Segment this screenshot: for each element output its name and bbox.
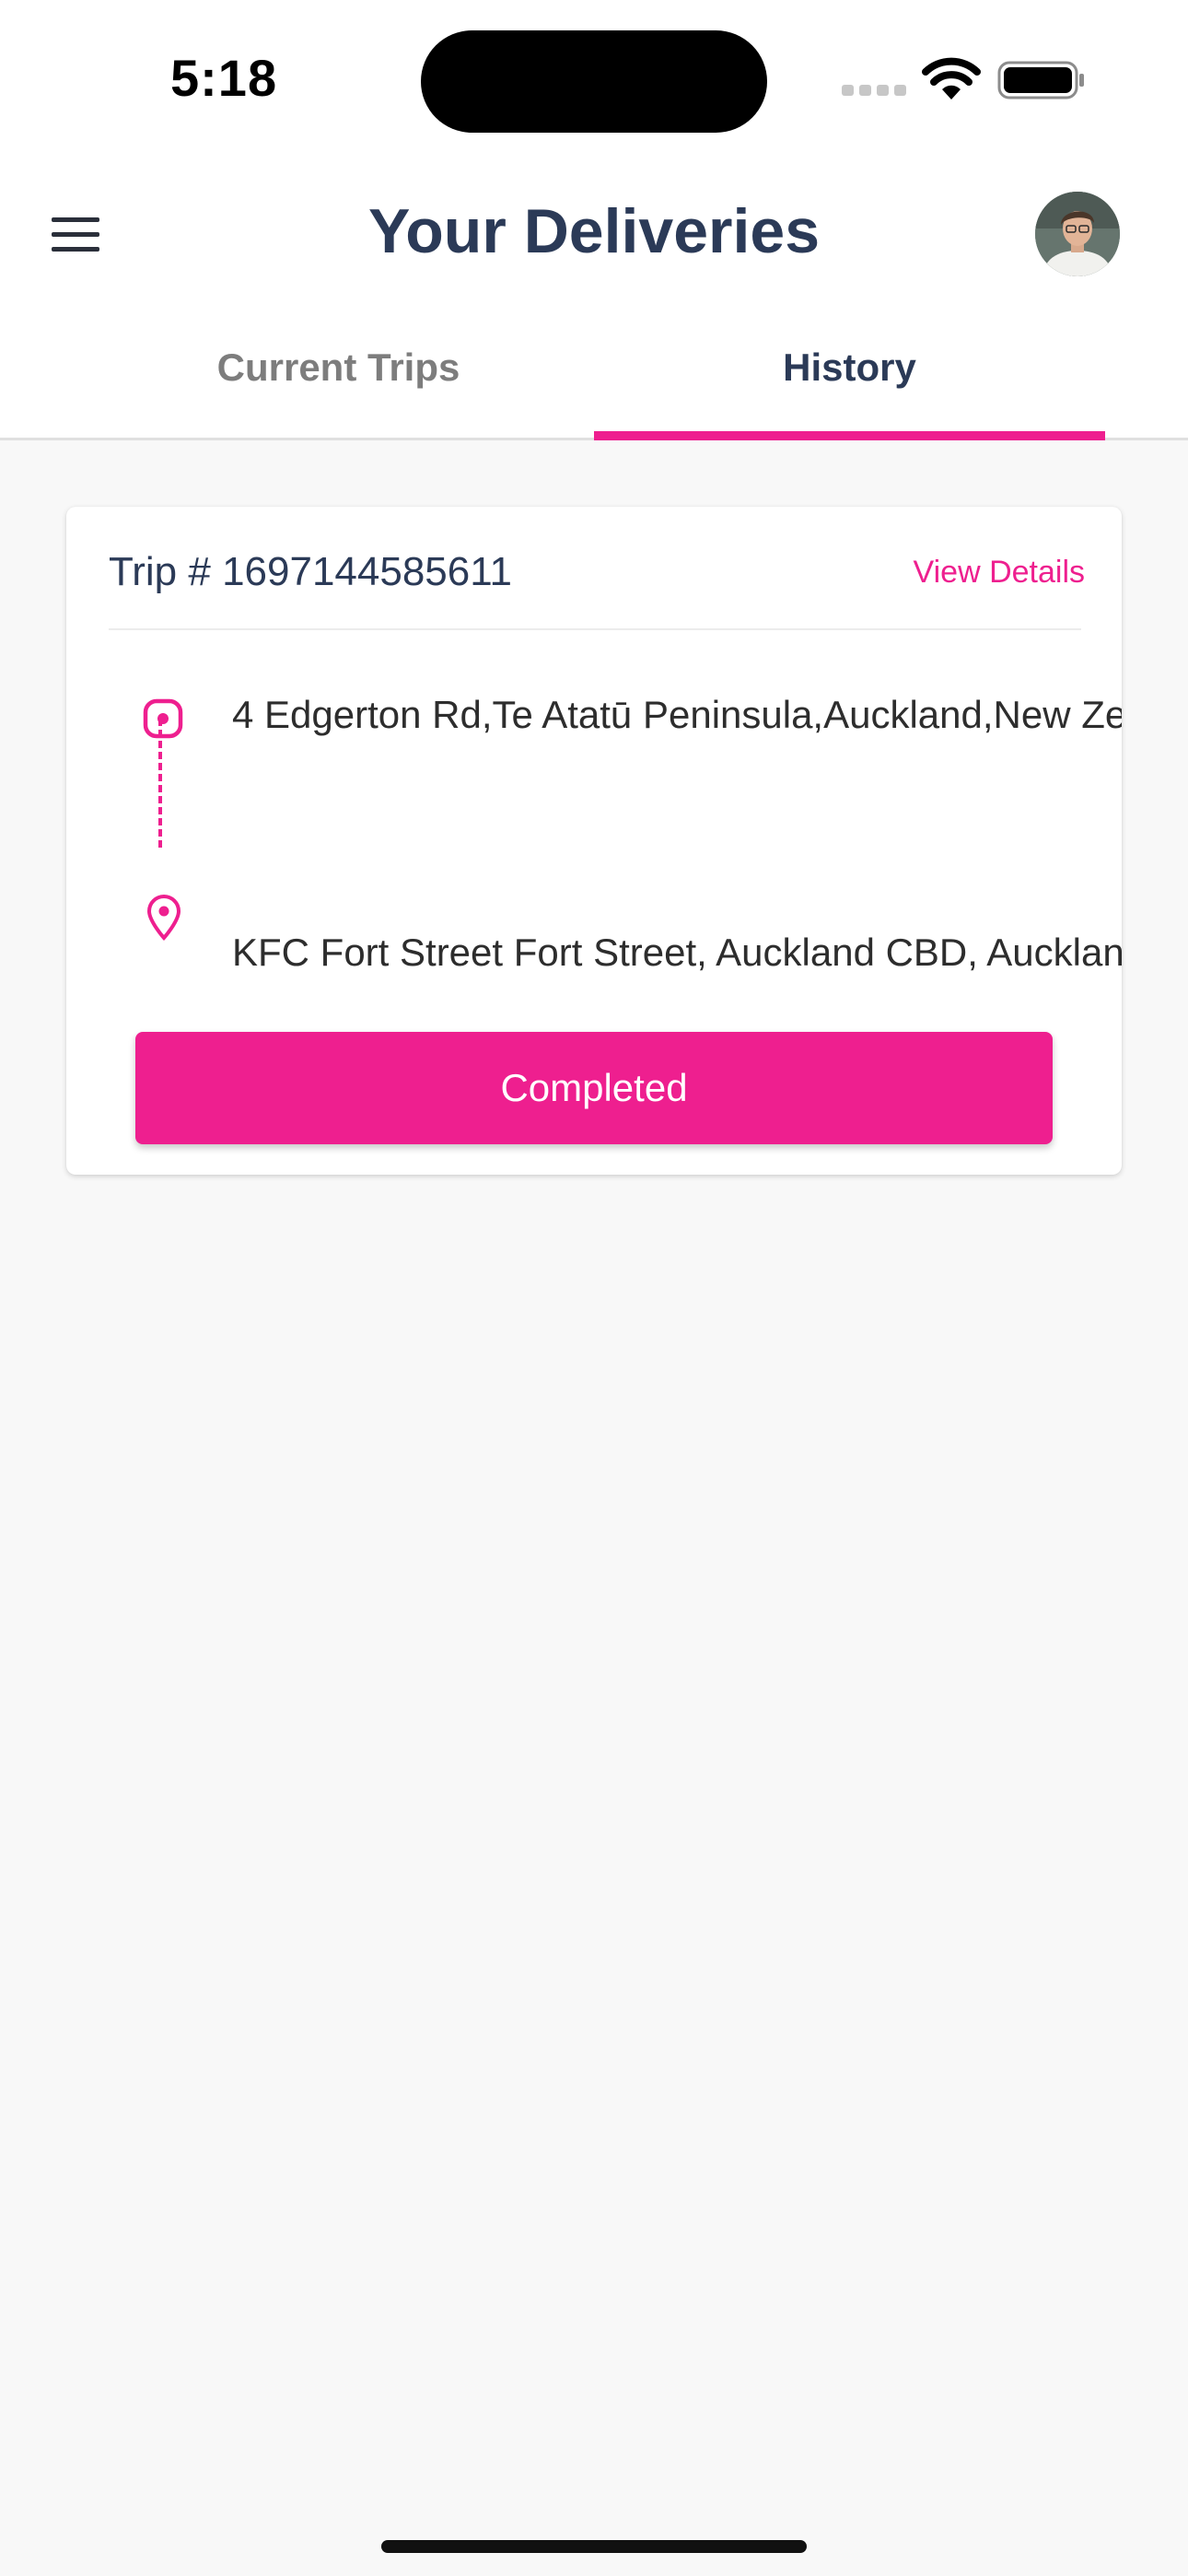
map-pin-icon [146, 895, 181, 942]
trip-number: Trip # 1697144585611 [109, 549, 512, 594]
avatar-image [1035, 192, 1120, 276]
dropoff-address: KFC Fort Street Fort Street, Auckland CB… [232, 931, 1122, 974]
status-time: 5:18 [170, 49, 278, 107]
cellular-signal-icon [842, 85, 906, 96]
pickup-location-icon [143, 698, 183, 739]
dynamic-island [421, 30, 767, 133]
tab-history[interactable]: History [594, 295, 1105, 440]
selected-tab-indicator [594, 431, 1105, 440]
app-header: Your Deliveries [0, 157, 1188, 295]
trip-card: Trip # 1697144585611 View Details 4 Edge… [66, 507, 1122, 1175]
avatar[interactable] [1035, 192, 1120, 276]
trip-tabs: Current Trips History [0, 295, 1188, 440]
home-indicator[interactable] [381, 2540, 807, 2553]
page-title: Your Deliveries [367, 196, 821, 266]
card-divider [109, 628, 1081, 630]
pickup-address: 4 Edgerton Rd,Te Atatū Peninsula,Aucklan… [232, 693, 1122, 736]
view-details-link[interactable]: View Details [914, 555, 1085, 591]
completed-status-button[interactable]: Completed [135, 1032, 1053, 1144]
route-line [158, 719, 162, 848]
tab-current-trips[interactable]: Current Trips [83, 295, 594, 440]
battery-icon [997, 61, 1084, 100]
deliveries-screen: 5:18 Your Deliveries Current Trips Histo… [0, 0, 1188, 2576]
status-bar: 5:18 [0, 0, 1188, 157]
wifi-icon [922, 57, 981, 100]
